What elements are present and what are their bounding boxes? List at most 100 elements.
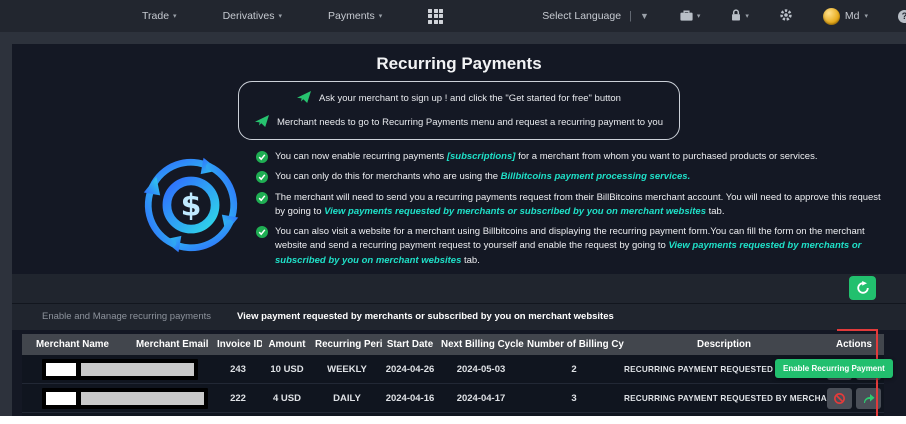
language-label: Select Language xyxy=(542,10,622,22)
paper-plane-icon xyxy=(254,115,269,130)
help-icon[interactable]: ? xyxy=(898,9,906,23)
col-merchant-email: Merchant Email xyxy=(122,333,214,355)
refresh-history-button[interactable] xyxy=(849,276,876,301)
cycles-cell: 3 xyxy=(524,412,624,416)
check-circle-icon xyxy=(256,226,268,238)
actions-cell xyxy=(824,383,884,414)
instruction-line: Merchant needs to go to Recurring Paymen… xyxy=(247,115,671,130)
col-billing-cycles: Number of Billing Cycles xyxy=(524,333,624,355)
col-merchant-name: Merchant Name xyxy=(22,333,122,355)
page-title: Recurring Payments xyxy=(376,54,542,73)
history-refresh-icon xyxy=(856,281,869,294)
briefcase-icon xyxy=(679,8,694,25)
bullet-link[interactable]: [subscriptions] xyxy=(447,151,516,162)
col-recurring-period: Recurring Period xyxy=(312,333,382,355)
invoice-id-cell: 102 xyxy=(214,412,262,416)
bullet-text: You can only do this for merchants who a… xyxy=(275,171,501,183)
security-menu[interactable]: ▾ xyxy=(730,8,749,25)
col-amount: Amount xyxy=(262,333,312,355)
instructions-box: Ask your merchant to sign up ! and click… xyxy=(238,81,680,140)
bullet-text: for a merchant from whom you want to pur… xyxy=(515,151,818,162)
svg-text:$: $ xyxy=(181,189,202,224)
instruction-line: Ask your merchant to sign up ! and click… xyxy=(247,91,671,106)
chevron-down-icon: ▾ xyxy=(378,13,383,20)
gold-coin-avatar xyxy=(822,7,840,25)
table-row: 243 10 USD WEEKLY 2024-04-26 2024-05-03 … xyxy=(22,354,884,385)
bullet-text: You can now enable recurring payments xyxy=(275,151,447,162)
description-cell: RECURRING PAYMENT REQUESTED BY MERCHANT xyxy=(624,383,838,414)
recurring-payments-panel: Recurring Payments Ask your merchant to … xyxy=(12,44,906,416)
block-payment-button[interactable] xyxy=(827,387,852,409)
lock-icon xyxy=(730,8,742,25)
chevron-down-icon: ▾ xyxy=(864,13,868,20)
bullet-item: You can only do this for merchants who a… xyxy=(256,170,892,184)
nav-item-label: Trade xyxy=(142,10,170,22)
col-start-date: Start Date xyxy=(382,333,438,355)
merchant-redacted-cell xyxy=(22,354,214,385)
table-toolbar xyxy=(12,273,906,304)
merchant-redacted-cell xyxy=(22,412,214,416)
bullet-link[interactable]: Billbitcoins payment processing services… xyxy=(501,171,691,182)
bullet-item: The merchant will need to send you a rec… xyxy=(256,191,892,220)
app-window: Trade ▾ Derivatives ▾ Payments ▾ Select … xyxy=(0,0,906,424)
payments-table: Merchant Name Merchant Email Invoice ID … xyxy=(22,333,884,416)
bullet-text: tab. xyxy=(706,205,725,217)
start-date-cell: 2024-04-26 xyxy=(382,354,438,385)
actions-cell xyxy=(824,412,884,416)
user-menu[interactable]: Md ▾ xyxy=(822,7,868,25)
bullet-item: You can also visit a website for a merch… xyxy=(256,225,892,268)
tab-enable-manage[interactable]: Enable and Manage recurring payments xyxy=(42,311,211,322)
amount-cell: 10 USD xyxy=(262,354,312,385)
highlight-line-horizontal xyxy=(837,329,878,331)
chevron-down-icon: ▾ xyxy=(745,13,749,20)
next-billing-cell: 2024-01-17 xyxy=(438,412,524,416)
next-billing-cell: 2024-04-17 xyxy=(438,383,524,414)
wallet-menu[interactable]: ▾ xyxy=(679,8,701,25)
feature-bullets: You can now enable recurring payments [s… xyxy=(256,150,906,274)
recurring-dollar-icon: $ xyxy=(138,150,244,274)
check-circle-icon xyxy=(256,151,268,163)
cycles-cell: 3 xyxy=(524,383,624,414)
check-circle-icon xyxy=(256,171,268,184)
table-row: 222 4 USD DAILY 2024-04-16 2024-04-17 3 … xyxy=(22,383,884,414)
info-section: $ You can now enable recurring payments … xyxy=(12,150,906,274)
navbar-right-group: Select Language | ▼ ▾ ▾ Md ▾ xyxy=(542,7,906,25)
description-cell: RECURRING PAYMENT REQUESTED BY MERCHANT xyxy=(624,412,824,416)
language-selector[interactable]: Select Language | ▼ xyxy=(542,10,649,22)
block-icon xyxy=(834,392,845,404)
bullet-link[interactable]: View payments requested by merchants or … xyxy=(324,206,706,217)
period-cell: DAILY xyxy=(312,412,382,416)
amount-cell: 4 USD xyxy=(262,412,312,416)
col-actions: Actions xyxy=(824,333,884,355)
invoice-id-cell: 243 xyxy=(214,354,262,385)
forward-arrow-icon xyxy=(863,394,874,404)
paper-plane-icon xyxy=(297,91,312,106)
check-circle-icon xyxy=(256,191,268,204)
nav-item-payments[interactable]: Payments ▾ xyxy=(328,10,382,22)
bullet-item: You can now enable recurring payments [s… xyxy=(256,150,892,164)
bullet-text: tab. xyxy=(461,254,480,266)
tab-view-requested[interactable]: View payment requested by merchants or s… xyxy=(237,311,614,322)
chevron-down-icon: ▼ xyxy=(639,11,649,21)
nav-item-label: Derivatives xyxy=(222,10,275,22)
nav-item-label: Payments xyxy=(328,10,375,22)
start-date-cell: 2024-04-16 xyxy=(382,383,438,414)
nav-item-derivatives[interactable]: Derivatives ▾ xyxy=(223,10,282,22)
nav-item-trade[interactable]: Trade ▾ xyxy=(142,10,177,22)
instruction-text: Merchant needs to go to Recurring Paymen… xyxy=(276,117,664,128)
gear-icon xyxy=(779,8,793,25)
col-invoice-id: Invoice ID xyxy=(214,333,262,355)
settings-button[interactable] xyxy=(779,8,793,25)
next-billing-cell: 2024-05-03 xyxy=(438,354,524,385)
payments-table-wrap: Merchant Name Merchant Email Invoice ID … xyxy=(22,333,884,416)
top-navbar: Trade ▾ Derivatives ▾ Payments ▾ Select … xyxy=(0,0,906,32)
col-next-billing: Next Billing Cycle Date xyxy=(438,333,524,355)
instruction-text: Ask your merchant to sign up ! and click… xyxy=(319,93,621,104)
chevron-down-icon: ▾ xyxy=(278,13,283,20)
apps-grid-icon[interactable] xyxy=(428,8,444,24)
chevron-down-icon: ▾ xyxy=(696,13,701,20)
username-label: Md xyxy=(844,10,860,22)
cycles-cell: 2 xyxy=(524,354,624,385)
table-row: 102 4 USD DAILY 2024-01-16 2024-01-17 3 … xyxy=(22,412,884,416)
divider: | xyxy=(629,10,632,22)
